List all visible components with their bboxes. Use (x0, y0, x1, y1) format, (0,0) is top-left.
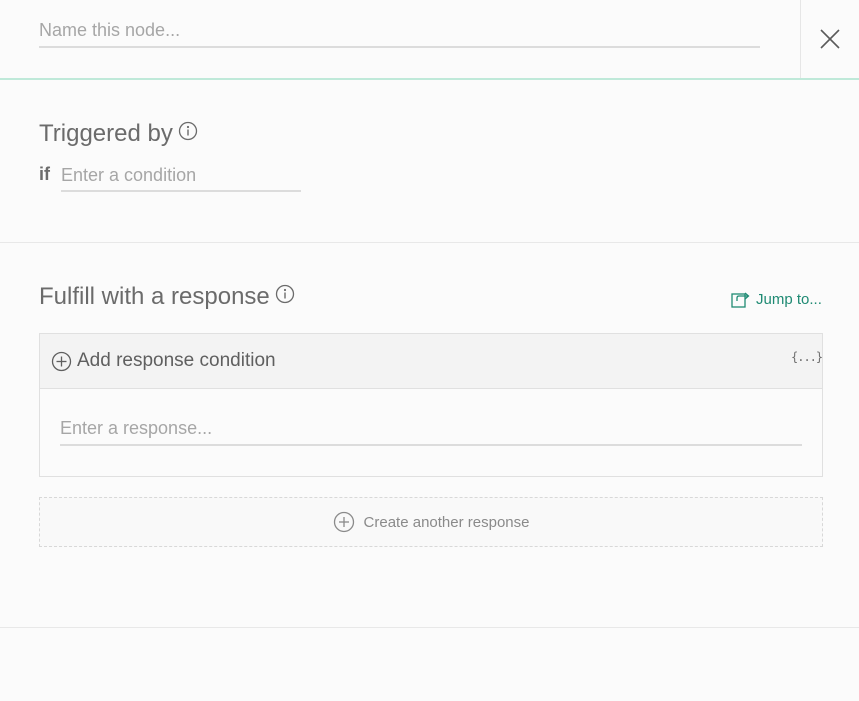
create-another-response-label: Create another response (363, 513, 530, 531)
response-title: Fulfill with a response (39, 283, 270, 310)
response-card: Add response condition {...} (39, 333, 823, 477)
info-icon[interactable] (178, 120, 198, 148)
trigger-title-row: Triggered by (39, 120, 198, 148)
add-circle-icon (333, 511, 354, 533)
add-response-condition-button[interactable]: Add response condition (51, 350, 276, 372)
node-header (0, 0, 859, 80)
if-label: if (39, 164, 50, 184)
trigger-section: Triggered by if (0, 80, 859, 243)
jump-to-link[interactable]: Jump to... (731, 290, 822, 308)
condition-input[interactable] (61, 160, 301, 192)
jump-to-label: Jump to... (756, 290, 822, 308)
response-input[interactable] (60, 413, 802, 446)
response-title-row: Fulfill with a response (39, 283, 295, 311)
response-card-header: Add response condition {...} (40, 334, 823, 389)
close-icon (820, 29, 840, 49)
node-editor-panel: Triggered by if Fulfill with a response (0, 0, 859, 701)
node-name-input[interactable] (39, 15, 760, 48)
variable-icon[interactable]: {...} (791, 350, 823, 364)
add-response-condition-label: Add response condition (77, 350, 276, 371)
response-section: Fulfill with a response Jump to... Add r… (0, 243, 859, 628)
trigger-title: Triggered by (39, 120, 173, 147)
info-icon[interactable] (275, 283, 295, 311)
jump-to-icon (731, 292, 750, 308)
create-another-response-button[interactable]: Create another response (39, 497, 823, 547)
add-circle-icon (51, 351, 72, 371)
close-button[interactable] (800, 0, 859, 78)
